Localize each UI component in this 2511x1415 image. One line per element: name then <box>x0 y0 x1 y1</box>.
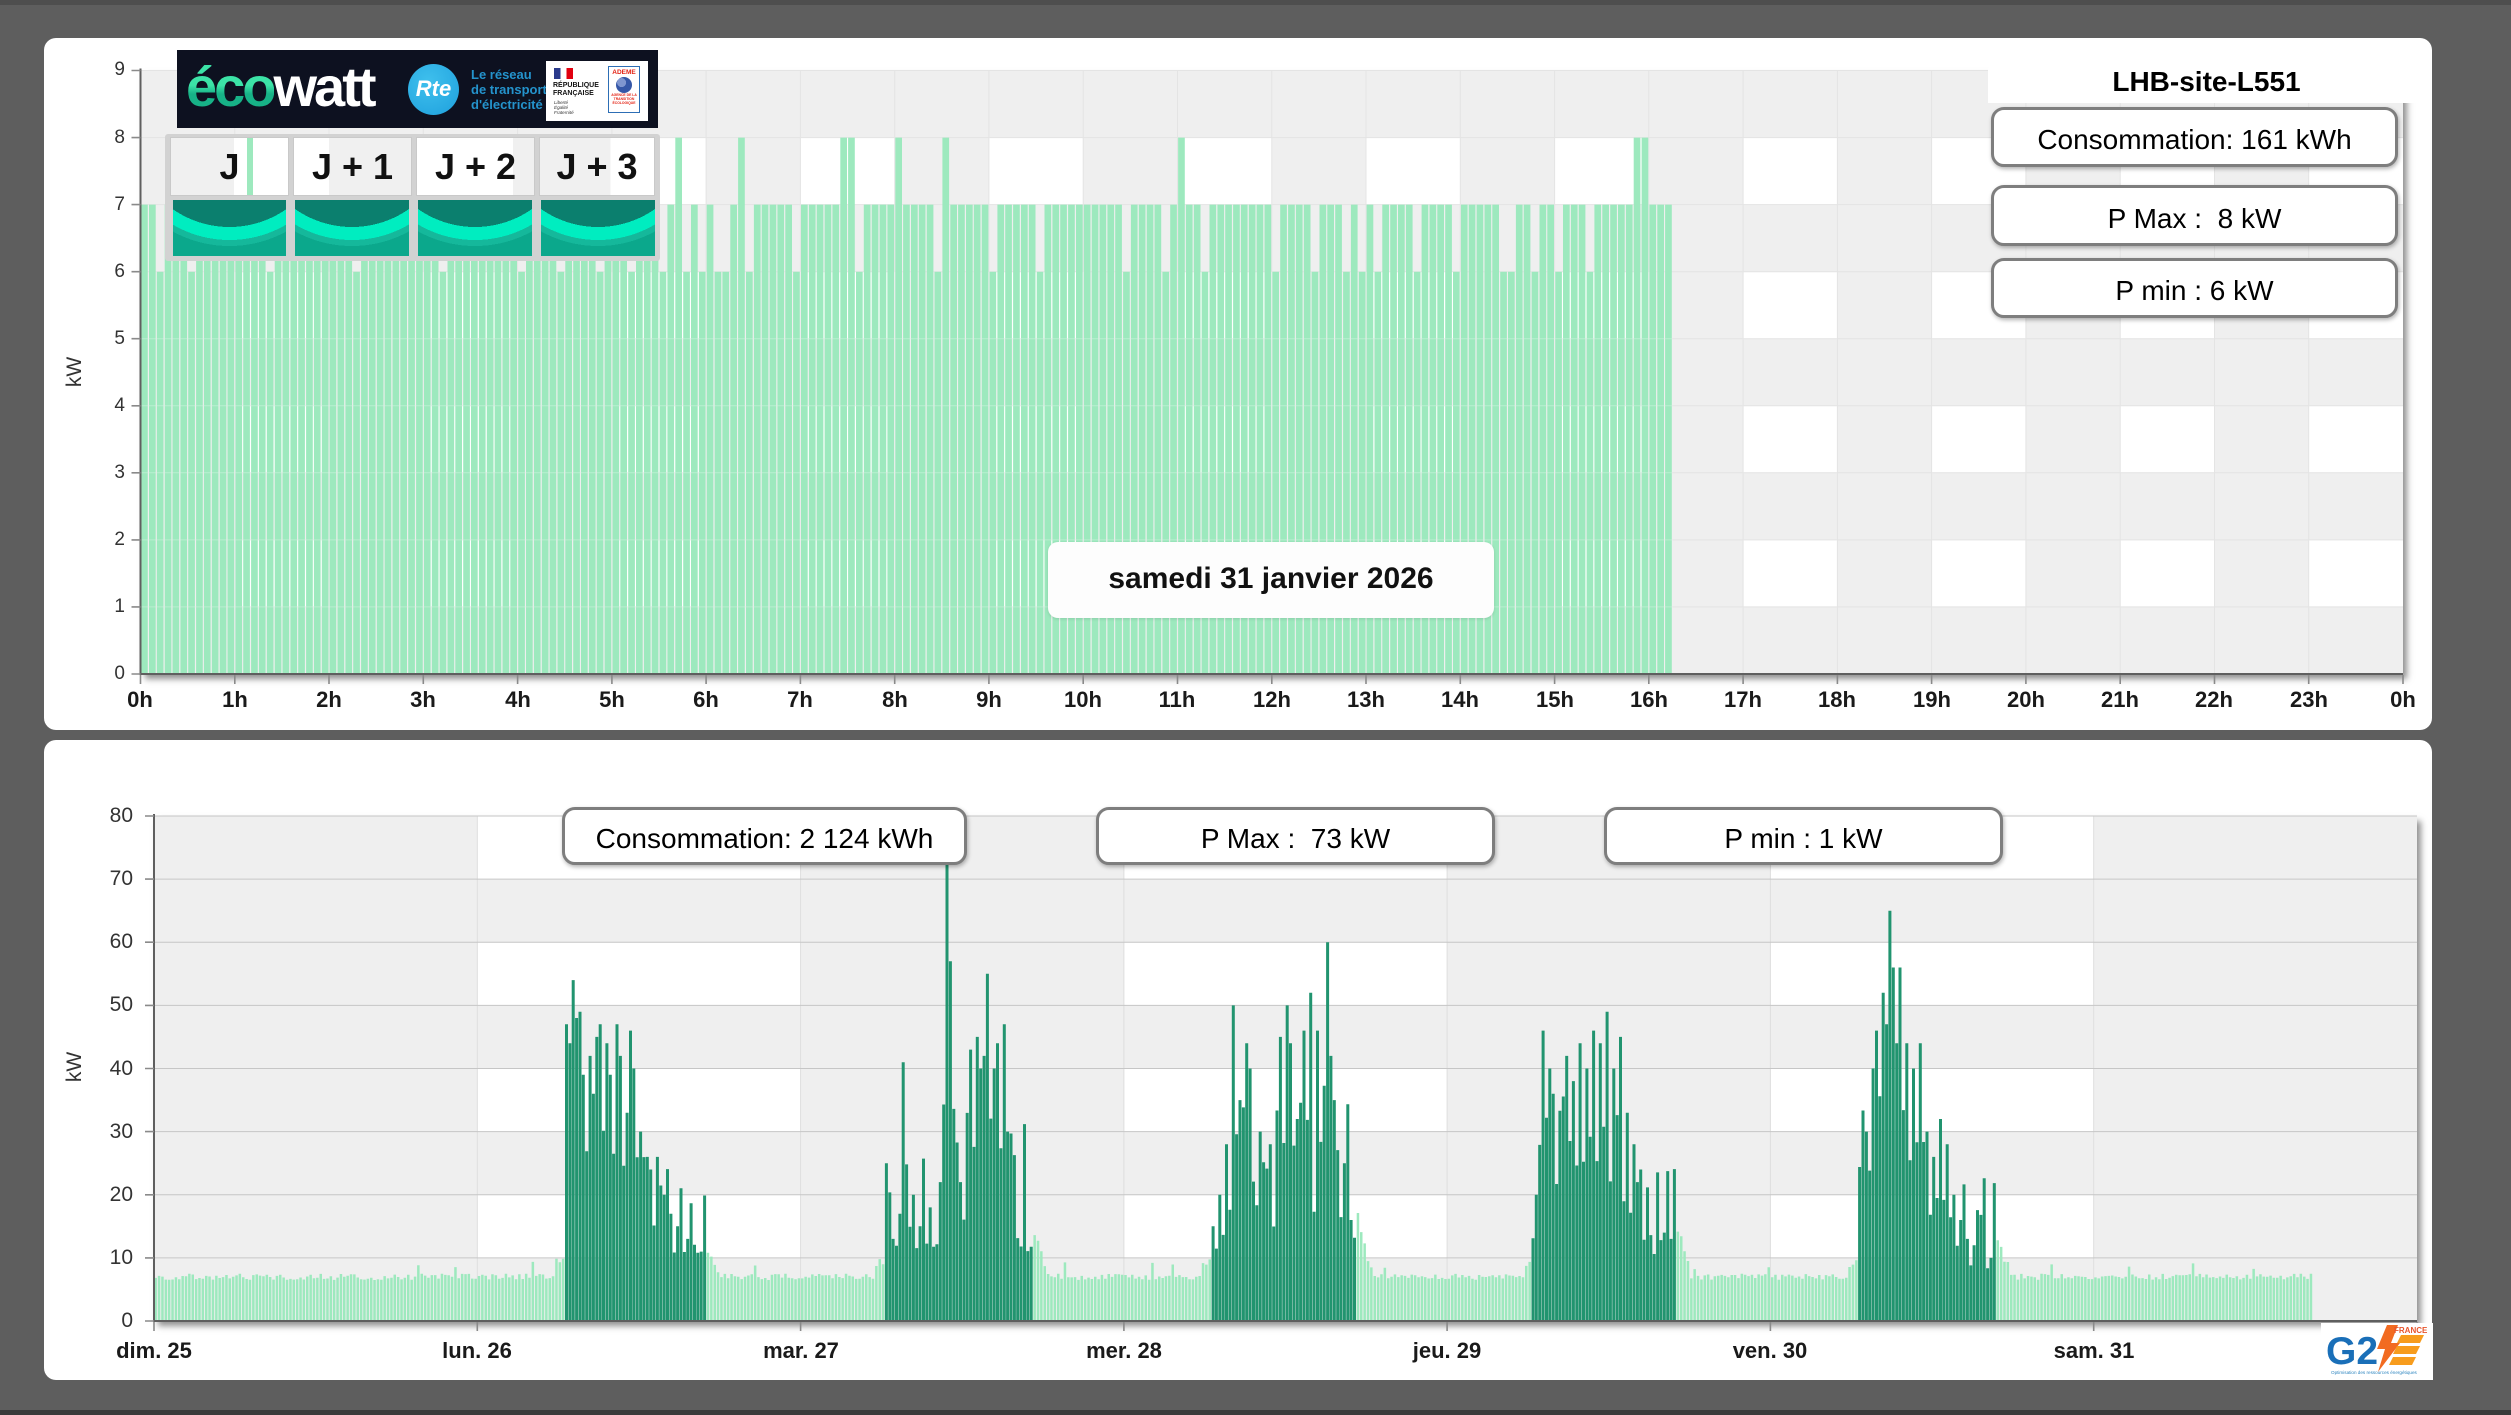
svg-text:FRANCE: FRANCE <box>2394 1326 2428 1335</box>
svg-text:Optimisation des ressources én: Optimisation des ressources énergétiques <box>2331 1370 2417 1375</box>
svg-text:G2: G2 <box>2326 1330 2378 1373</box>
